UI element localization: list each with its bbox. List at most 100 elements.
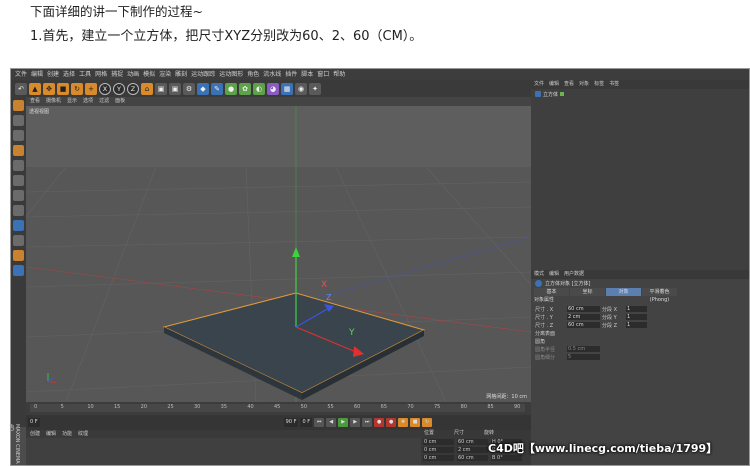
coord-field[interactable]: 60 cm (457, 455, 488, 461)
points-mode-icon[interactable] (13, 160, 24, 171)
axis-mode-icon[interactable] (13, 205, 24, 216)
prev-key-icon[interactable]: ◀ (326, 418, 337, 427)
layout-icon[interactable] (13, 265, 24, 276)
move-tool-icon[interactable]: ✥ (43, 82, 55, 95)
attribute-value-field[interactable]: 2 cm (567, 314, 600, 320)
viewport-menu-item[interactable]: 摄像机 (46, 97, 61, 106)
record-icon[interactable]: ● (374, 418, 385, 427)
y-axis-button[interactable]: Y (113, 82, 125, 95)
snap-icon[interactable] (13, 235, 24, 246)
last-tool-icon[interactable]: + (85, 82, 97, 95)
menu-item[interactable]: 捕捉 (111, 69, 123, 80)
array-icon[interactable]: ✿ (239, 82, 251, 95)
attribute-tab[interactable]: 用户数据 (564, 270, 584, 279)
menu-item[interactable]: 帮助 (333, 69, 345, 80)
attribute-value-field[interactable]: 1 (626, 314, 647, 320)
menu-item[interactable]: 流水线 (263, 69, 281, 80)
scale-tool-icon[interactable]: ■ (57, 82, 69, 95)
attribute-subtab[interactable]: 平滑着色(Phong) (642, 288, 677, 303)
keyframe-scale-icon[interactable]: ■ (410, 418, 421, 427)
attribute-value-field[interactable]: 60 cm (567, 322, 600, 328)
attribute-value-field[interactable]: 5 (567, 354, 600, 360)
material-tab[interactable]: 纹理 (78, 430, 88, 438)
menu-item[interactable]: 雕刻 (175, 69, 187, 80)
menu-item[interactable]: 模拟 (143, 69, 155, 80)
attribute-subtab[interactable]: 对象 (606, 288, 641, 296)
subdivision-icon[interactable]: ● (225, 82, 237, 95)
menu-item[interactable]: 动画 (127, 69, 139, 80)
perspective-viewport[interactable]: X Z Y 查看 摄像机 显示 选项 过滤 面板 透视视图 网格间距：10 cm (26, 97, 531, 402)
camera-icon[interactable]: ◉ (295, 82, 307, 95)
menu-item[interactable]: 选择 (63, 69, 75, 80)
lock-workplane-icon[interactable] (13, 250, 24, 261)
render-picture-icon[interactable]: ▣ (169, 82, 181, 95)
z-axis-button[interactable]: Z (127, 82, 139, 95)
menu-item[interactable]: 运动跟踪 (191, 69, 215, 80)
tweak-mode-icon[interactable] (13, 220, 24, 231)
menu-item[interactable]: 脚本 (301, 69, 313, 80)
timeline-ruler[interactable]: 0 5 10 15 20 25 30 35 40 45 50 55 60 65 70 75 80 85 90 (30, 404, 525, 412)
autokey-icon[interactable]: ● (386, 418, 397, 427)
menu-item[interactable]: 编辑 (31, 69, 43, 80)
polygons-mode-icon[interactable] (13, 190, 24, 201)
viewport-menu-item[interactable]: 过滤 (99, 97, 109, 106)
attribute-subtab[interactable]: 基本 (534, 288, 569, 296)
material-tab[interactable]: 功能 (62, 430, 72, 438)
viewport-menu-item[interactable]: 查看 (30, 97, 40, 106)
cube-icon[interactable]: ◆ (197, 82, 209, 95)
viewport-menu-item[interactable]: 选项 (83, 97, 93, 106)
object-manager-tab[interactable]: 标签 (594, 80, 604, 89)
texture-mode-icon[interactable] (13, 130, 24, 141)
menu-item[interactable]: 角色 (247, 69, 259, 80)
viewport-menu-item[interactable]: 面板 (115, 97, 125, 106)
visibility-check-icon[interactable] (560, 92, 565, 96)
menu-item[interactable]: 渲染 (159, 69, 171, 80)
frame-current-field[interactable]: 0 F (300, 418, 313, 427)
pen-icon[interactable]: ✎ (211, 82, 223, 95)
material-tab[interactable]: 编辑 (46, 430, 56, 438)
rotate-tool-icon[interactable]: ↻ (71, 82, 83, 95)
object-row-cube[interactable]: 立方体 (531, 90, 749, 98)
frame-start-field[interactable]: 0 F (28, 418, 40, 427)
render-settings-icon[interactable]: ⚙ (183, 82, 195, 95)
play-icon[interactable]: ▶ (338, 418, 349, 427)
floor-icon[interactable]: ▦ (281, 82, 293, 95)
coord-system-icon[interactable]: ⌂ (141, 82, 153, 95)
attribute-tab[interactable]: 模式 (534, 270, 544, 279)
menu-item[interactable]: 插件 (285, 69, 297, 80)
goto-start-icon[interactable]: ⏮ (314, 418, 325, 427)
object-manager-tab[interactable]: 编辑 (549, 80, 559, 89)
viewport-menu-item[interactable]: 显示 (67, 97, 77, 106)
keyframe-move-icon[interactable]: ✥ (398, 418, 409, 427)
deformer-icon[interactable]: ◐ (253, 82, 265, 95)
attribute-value-field[interactable]: 0.5 cm (567, 346, 600, 352)
menu-item[interactable]: 文件 (15, 69, 27, 80)
coord-field[interactable]: 0 cm (423, 455, 454, 461)
coord-field[interactable]: 60 cm (457, 439, 488, 445)
workplane-icon[interactable] (13, 145, 24, 156)
light-icon[interactable]: ✦ (309, 82, 321, 95)
attribute-value-field[interactable]: 1 (626, 322, 647, 328)
coord-field[interactable]: 0 cm (423, 439, 454, 445)
attribute-tab[interactable]: 编辑 (549, 270, 559, 279)
frame-end-field[interactable]: 90 F (283, 418, 299, 427)
attribute-subtab[interactable]: 坐标 (570, 288, 605, 296)
menu-item[interactable]: 窗口 (317, 69, 329, 80)
attribute-value-field[interactable]: 60 cm (567, 306, 600, 312)
model-mode-icon[interactable] (13, 115, 24, 126)
render-view-icon[interactable]: ▣ (155, 82, 167, 95)
coord-field[interactable]: 2 cm (457, 447, 488, 453)
make-editable-icon[interactable] (13, 100, 24, 111)
goto-end-icon[interactable]: ⏭ (362, 418, 373, 427)
attribute-value-field[interactable]: 1 (626, 306, 647, 312)
keyframe-rotate-icon[interactable]: ↻ (422, 418, 433, 427)
object-manager-tab[interactable]: 书签 (609, 80, 619, 89)
next-key-icon[interactable]: ▶ (350, 418, 361, 427)
undo-icon[interactable]: ↶ (15, 82, 27, 95)
menu-item[interactable]: 网格 (95, 69, 107, 80)
menu-item[interactable]: 工具 (79, 69, 91, 80)
object-manager-tab[interactable]: 查看 (564, 80, 574, 89)
x-axis-button[interactable]: X (99, 82, 111, 95)
environment-icon[interactable]: ◕ (267, 82, 279, 95)
menu-item[interactable]: 创建 (47, 69, 59, 80)
